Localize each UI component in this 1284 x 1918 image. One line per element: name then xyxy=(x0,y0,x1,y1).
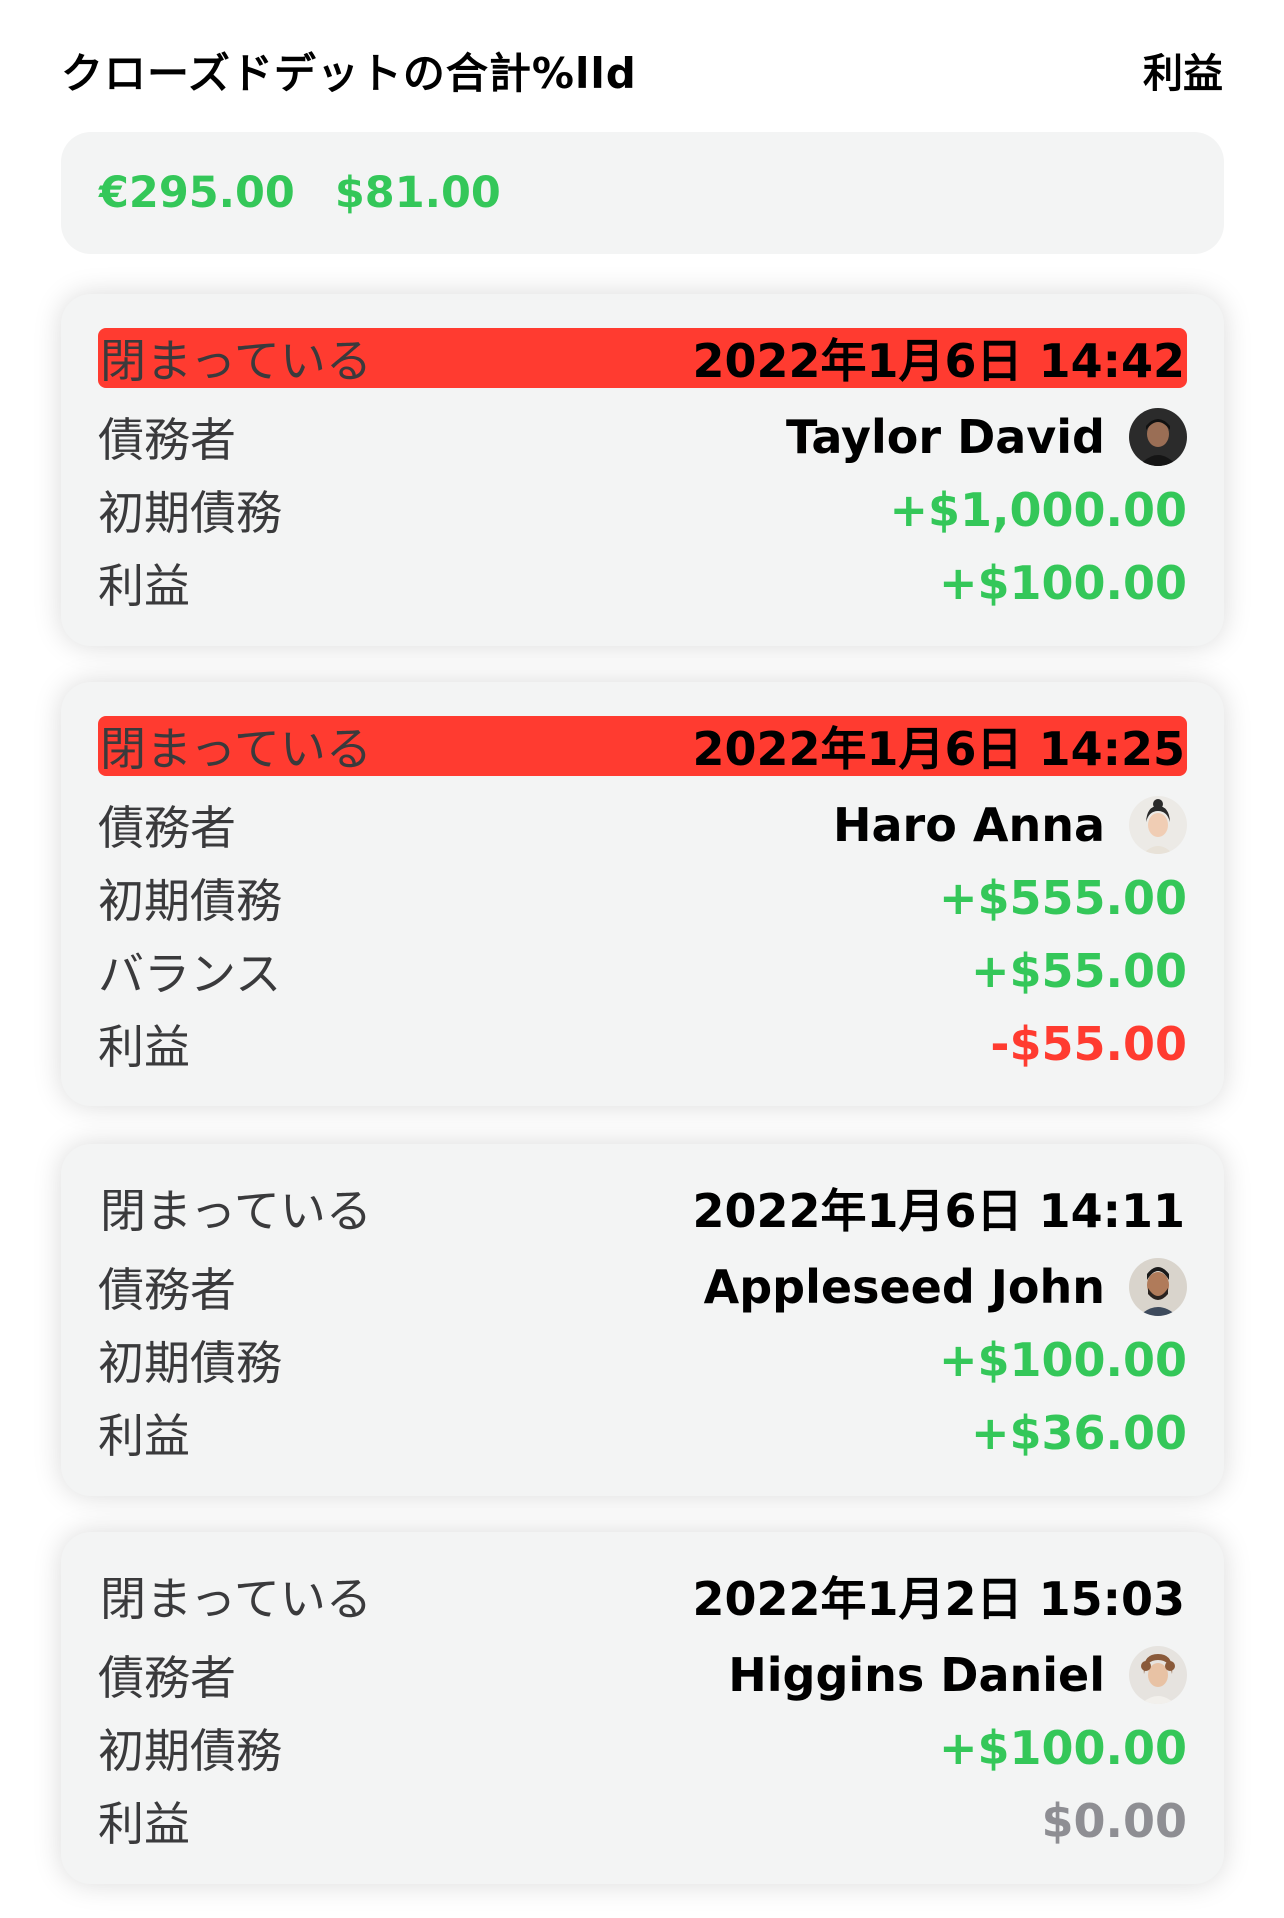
debtor-name: Haro Anna xyxy=(833,797,1105,852)
profit-value: -$55.00 xyxy=(990,1016,1187,1071)
avatar-icon xyxy=(1129,407,1187,466)
profit-row: 利益 $0.00 xyxy=(98,1784,1187,1857)
initial-debt-value: +$1,000.00 xyxy=(889,482,1187,537)
debtor-label: 債務者 xyxy=(98,1650,236,1705)
debt-card[interactable]: 閉まっている 2022年1月6日 14:42 債務者 Taylor David … xyxy=(61,294,1224,646)
page-title: クローズドデットの合計%lld xyxy=(61,48,637,98)
debtor-label: 債務者 xyxy=(98,800,236,855)
initial-debt-row: 初期債務 +$100.00 xyxy=(98,1323,1187,1396)
initial-debt-value: +$100.00 xyxy=(938,1720,1187,1775)
initial-debt-row: 初期債務 +$1,000.00 xyxy=(98,473,1187,546)
balance-row: バランス +$55.00 xyxy=(98,934,1187,1007)
closed-date: 2022年1月6日 14:11 xyxy=(692,1184,1185,1238)
initial-debt-label: 初期債務 xyxy=(98,1723,282,1778)
debtor-row: 債務者 Higgins Daniel xyxy=(98,1638,1187,1711)
debt-card[interactable]: 閉まっている 2022年1月2日 15:03 債務者 Higgins Danie… xyxy=(61,1532,1224,1884)
total-usd: $81.00 xyxy=(334,168,501,218)
profit-value: $0.00 xyxy=(1041,1793,1187,1848)
status-label: 閉まっている xyxy=(100,334,372,388)
debtor-value: Taylor David xyxy=(785,407,1187,466)
profit-header-label[interactable]: 利益 xyxy=(1143,41,1223,99)
debtor-row: 債務者 Haro Anna xyxy=(98,788,1187,861)
initial-debt-row: 初期債務 +$555.00 xyxy=(98,861,1187,934)
closed-date: 2022年1月6日 14:25 xyxy=(692,722,1185,776)
total-eur: €295.00 xyxy=(99,168,295,218)
profit-label: 利益 xyxy=(98,1796,190,1851)
balance-label: バランス xyxy=(98,946,282,1001)
status-row: 閉まっている 2022年1月2日 15:03 xyxy=(98,1566,1187,1626)
closed-date: 2022年1月2日 15:03 xyxy=(692,1572,1185,1626)
status-row: 閉まっている 2022年1月6日 14:42 xyxy=(98,328,1187,388)
initial-debt-label: 初期債務 xyxy=(98,873,282,928)
avatar-icon xyxy=(1129,795,1187,854)
initial-debt-label: 初期債務 xyxy=(98,1335,282,1390)
status-row: 閉まっている 2022年1月6日 14:11 xyxy=(98,1178,1187,1238)
debtor-value: Higgins Daniel xyxy=(728,1645,1187,1704)
debtor-name: Appleseed John xyxy=(703,1259,1105,1314)
debtor-label: 債務者 xyxy=(98,412,236,467)
initial-debt-value: +$100.00 xyxy=(938,1332,1187,1387)
debtor-label: 債務者 xyxy=(98,1262,236,1317)
debtor-name: Taylor David xyxy=(785,409,1105,464)
balance-value: +$55.00 xyxy=(970,943,1187,998)
initial-debt-row: 初期債務 +$100.00 xyxy=(98,1711,1187,1784)
profit-row: 利益 -$55.00 xyxy=(98,1007,1187,1080)
profit-row: 利益 +$36.00 xyxy=(98,1396,1187,1469)
profit-row: 利益 +$100.00 xyxy=(98,546,1187,619)
profit-label: 利益 xyxy=(98,1408,190,1463)
profit-value: +$100.00 xyxy=(938,555,1187,610)
status-label: 閉まっている xyxy=(100,1184,372,1238)
avatar-icon xyxy=(1129,1257,1187,1316)
debtor-name: Higgins Daniel xyxy=(728,1647,1105,1702)
debtor-value: Appleseed John xyxy=(703,1257,1187,1316)
avatar-icon xyxy=(1129,1645,1187,1704)
initial-debt-label: 初期債務 xyxy=(98,485,282,540)
debt-card[interactable]: 閉まっている 2022年1月6日 14:11 債務者 Appleseed Joh… xyxy=(61,1144,1224,1496)
profit-label: 利益 xyxy=(98,558,190,613)
status-label: 閉まっている xyxy=(100,722,372,776)
totals-summary: €295.00 $81.00 xyxy=(61,132,1224,254)
status-row: 閉まっている 2022年1月6日 14:25 xyxy=(98,716,1187,776)
status-label: 閉まっている xyxy=(100,1572,372,1626)
profit-label: 利益 xyxy=(98,1019,190,1074)
closed-date: 2022年1月6日 14:42 xyxy=(692,334,1185,388)
debtor-row: 債務者 Appleseed John xyxy=(98,1250,1187,1323)
initial-debt-value: +$555.00 xyxy=(938,870,1187,925)
debt-card[interactable]: 閉まっている 2022年1月6日 14:25 債務者 Haro Anna 初期債… xyxy=(61,682,1224,1106)
debtor-row: 債務者 Taylor David xyxy=(98,400,1187,473)
debtor-value: Haro Anna xyxy=(833,795,1187,854)
header: クローズドデットの合計%lld 利益 xyxy=(61,30,1223,110)
profit-value: +$36.00 xyxy=(970,1405,1187,1460)
